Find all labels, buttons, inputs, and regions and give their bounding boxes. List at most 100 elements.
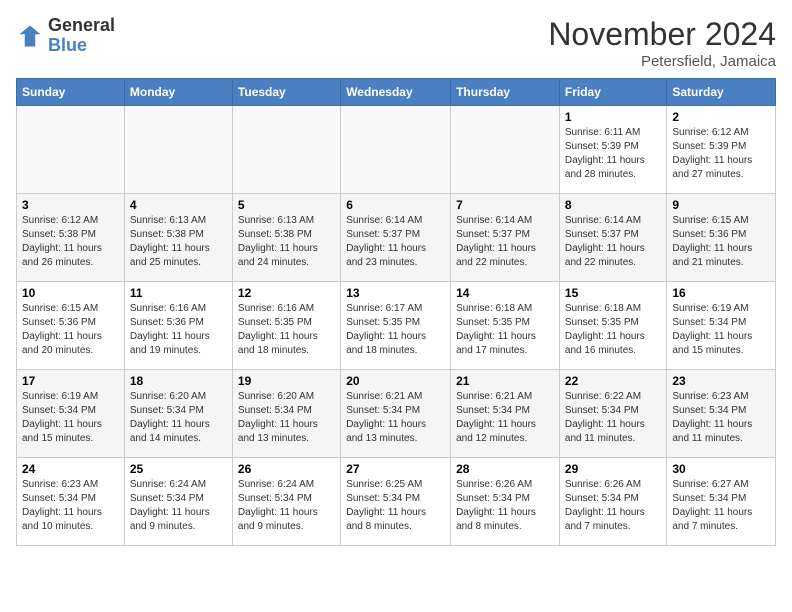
header-cell-thursday: Thursday [451, 79, 560, 106]
day-number: 7 [456, 198, 554, 212]
day-info: Sunrise: 6:20 AM Sunset: 5:34 PM Dayligh… [130, 390, 227, 446]
day-info: Sunrise: 6:23 AM Sunset: 5:34 PM Dayligh… [672, 390, 770, 446]
day-cell: 14 Sunrise: 6:18 AM Sunset: 5:35 PM Dayli… [451, 282, 560, 370]
calendar-body: 1 Sunrise: 6:11 AM Sunset: 5:39 PM Daylig… [17, 106, 776, 546]
logo-general: General [48, 15, 115, 35]
day-number: 26 [238, 462, 335, 476]
day-number: 10 [22, 286, 119, 300]
day-cell: 20 Sunrise: 6:21 AM Sunset: 5:34 PM Dayli… [341, 370, 451, 458]
day-number: 23 [672, 374, 770, 388]
day-number: 1 [565, 110, 661, 124]
day-cell [451, 106, 560, 194]
day-number: 15 [565, 286, 661, 300]
day-cell: 2 Sunrise: 6:12 AM Sunset: 5:39 PM Daylig… [667, 106, 776, 194]
day-number: 6 [346, 198, 445, 212]
day-cell: 16 Sunrise: 6:19 AM Sunset: 5:34 PM Dayli… [667, 282, 776, 370]
day-cell: 28 Sunrise: 6:26 AM Sunset: 5:34 PM Dayli… [451, 458, 560, 546]
day-number: 19 [238, 374, 335, 388]
day-info: Sunrise: 6:13 AM Sunset: 5:38 PM Dayligh… [238, 214, 335, 270]
day-info: Sunrise: 6:20 AM Sunset: 5:34 PM Dayligh… [238, 390, 335, 446]
day-info: Sunrise: 6:25 AM Sunset: 5:34 PM Dayligh… [346, 478, 445, 534]
day-cell: 3Sunrise: 6:12 AM Sunset: 5:38 PM Daylig… [17, 194, 125, 282]
day-number: 24 [22, 462, 119, 476]
day-number: 16 [672, 286, 770, 300]
week-row-5: 24Sunrise: 6:23 AM Sunset: 5:34 PM Dayli… [17, 458, 776, 546]
day-info: Sunrise: 6:19 AM Sunset: 5:34 PM Dayligh… [672, 302, 770, 358]
day-number: 18 [130, 374, 227, 388]
header-cell-wednesday: Wednesday [341, 79, 451, 106]
page-header: General Blue November 2024 Petersfield, … [16, 16, 776, 70]
day-cell [232, 106, 340, 194]
day-cell: 23 Sunrise: 6:23 AM Sunset: 5:34 PM Dayli… [667, 370, 776, 458]
day-info: Sunrise: 6:14 AM Sunset: 5:37 PM Dayligh… [456, 214, 554, 270]
location: Petersfield, Jamaica [548, 53, 776, 70]
logo: General Blue [16, 16, 115, 56]
day-number: 14 [456, 286, 554, 300]
calendar-table: SundayMondayTuesdayWednesdayThursdayFrid… [16, 78, 776, 546]
day-info: Sunrise: 6:24 AM Sunset: 5:34 PM Dayligh… [238, 478, 335, 534]
day-cell: 15 Sunrise: 6:18 AM Sunset: 5:35 PM Dayli… [559, 282, 666, 370]
day-cell: 6Sunrise: 6:14 AM Sunset: 5:37 PM Daylig… [341, 194, 451, 282]
day-info: Sunrise: 6:21 AM Sunset: 5:34 PM Dayligh… [346, 390, 445, 446]
day-info: Sunrise: 6:12 AM Sunset: 5:39 PM Dayligh… [672, 126, 770, 182]
day-cell: 13Sunrise: 6:17 AM Sunset: 5:35 PM Dayli… [341, 282, 451, 370]
day-number: 5 [238, 198, 335, 212]
week-row-4: 17 Sunrise: 6:19 AM Sunset: 5:34 PM Dayli… [17, 370, 776, 458]
day-info: Sunrise: 6:17 AM Sunset: 5:35 PM Dayligh… [346, 302, 445, 358]
day-number: 3 [22, 198, 119, 212]
day-cell: 21 Sunrise: 6:21 AM Sunset: 5:34 PM Dayli… [451, 370, 560, 458]
day-number: 2 [672, 110, 770, 124]
calendar-header: SundayMondayTuesdayWednesdayThursdayFrid… [17, 79, 776, 106]
day-number: 4 [130, 198, 227, 212]
day-cell: 1 Sunrise: 6:11 AM Sunset: 5:39 PM Daylig… [559, 106, 666, 194]
day-cell: 8Sunrise: 6:14 AM Sunset: 5:37 PM Daylig… [559, 194, 666, 282]
day-number: 9 [672, 198, 770, 212]
day-cell: 12Sunrise: 6:16 AM Sunset: 5:35 PM Dayli… [232, 282, 340, 370]
title-block: November 2024 Petersfield, Jamaica [548, 16, 776, 70]
day-number: 21 [456, 374, 554, 388]
day-info: Sunrise: 6:13 AM Sunset: 5:38 PM Dayligh… [130, 214, 227, 270]
logo-blue: Blue [48, 35, 87, 55]
header-cell-monday: Monday [124, 79, 232, 106]
month-title: November 2024 [548, 16, 776, 53]
day-cell: 19 Sunrise: 6:20 AM Sunset: 5:34 PM Dayli… [232, 370, 340, 458]
day-info: Sunrise: 6:27 AM Sunset: 5:34 PM Dayligh… [672, 478, 770, 534]
day-info: Sunrise: 6:21 AM Sunset: 5:34 PM Dayligh… [456, 390, 554, 446]
day-info: Sunrise: 6:19 AM Sunset: 5:34 PM Dayligh… [22, 390, 119, 446]
day-info: Sunrise: 6:26 AM Sunset: 5:34 PM Dayligh… [456, 478, 554, 534]
day-cell: 5 Sunrise: 6:13 AM Sunset: 5:38 PM Daylig… [232, 194, 340, 282]
day-cell: 25Sunrise: 6:24 AM Sunset: 5:34 PM Dayli… [124, 458, 232, 546]
day-number: 11 [130, 286, 227, 300]
day-cell: 9Sunrise: 6:15 AM Sunset: 5:36 PM Daylig… [667, 194, 776, 282]
day-cell: 30 Sunrise: 6:27 AM Sunset: 5:34 PM Dayli… [667, 458, 776, 546]
day-info: Sunrise: 6:26 AM Sunset: 5:34 PM Dayligh… [565, 478, 661, 534]
day-number: 27 [346, 462, 445, 476]
day-cell: 27 Sunrise: 6:25 AM Sunset: 5:34 PM Dayli… [341, 458, 451, 546]
day-info: Sunrise: 6:18 AM Sunset: 5:35 PM Dayligh… [456, 302, 554, 358]
day-number: 20 [346, 374, 445, 388]
day-info: Sunrise: 6:11 AM Sunset: 5:39 PM Dayligh… [565, 126, 661, 182]
day-number: 8 [565, 198, 661, 212]
week-row-2: 3Sunrise: 6:12 AM Sunset: 5:38 PM Daylig… [17, 194, 776, 282]
day-info: Sunrise: 6:16 AM Sunset: 5:36 PM Dayligh… [130, 302, 227, 358]
day-number: 17 [22, 374, 119, 388]
day-cell [341, 106, 451, 194]
day-info: Sunrise: 6:18 AM Sunset: 5:35 PM Dayligh… [565, 302, 661, 358]
day-cell: 11 Sunrise: 6:16 AM Sunset: 5:36 PM Dayli… [124, 282, 232, 370]
week-row-3: 10 Sunrise: 6:15 AM Sunset: 5:36 PM Dayli… [17, 282, 776, 370]
day-cell: 4 Sunrise: 6:13 AM Sunset: 5:38 PM Daylig… [124, 194, 232, 282]
day-info: Sunrise: 6:16 AM Sunset: 5:35 PM Dayligh… [238, 302, 335, 358]
day-cell [17, 106, 125, 194]
day-cell: 7 Sunrise: 6:14 AM Sunset: 5:37 PM Daylig… [451, 194, 560, 282]
day-cell: 29Sunrise: 6:26 AM Sunset: 5:34 PM Dayli… [559, 458, 666, 546]
day-cell [124, 106, 232, 194]
day-number: 28 [456, 462, 554, 476]
day-number: 22 [565, 374, 661, 388]
day-info: Sunrise: 6:15 AM Sunset: 5:36 PM Dayligh… [22, 302, 119, 358]
day-cell: 24Sunrise: 6:23 AM Sunset: 5:34 PM Dayli… [17, 458, 125, 546]
day-number: 25 [130, 462, 227, 476]
logo-icon [16, 22, 44, 50]
day-cell: 17 Sunrise: 6:19 AM Sunset: 5:34 PM Dayli… [17, 370, 125, 458]
day-number: 30 [672, 462, 770, 476]
header-row: SundayMondayTuesdayWednesdayThursdayFrid… [17, 79, 776, 106]
